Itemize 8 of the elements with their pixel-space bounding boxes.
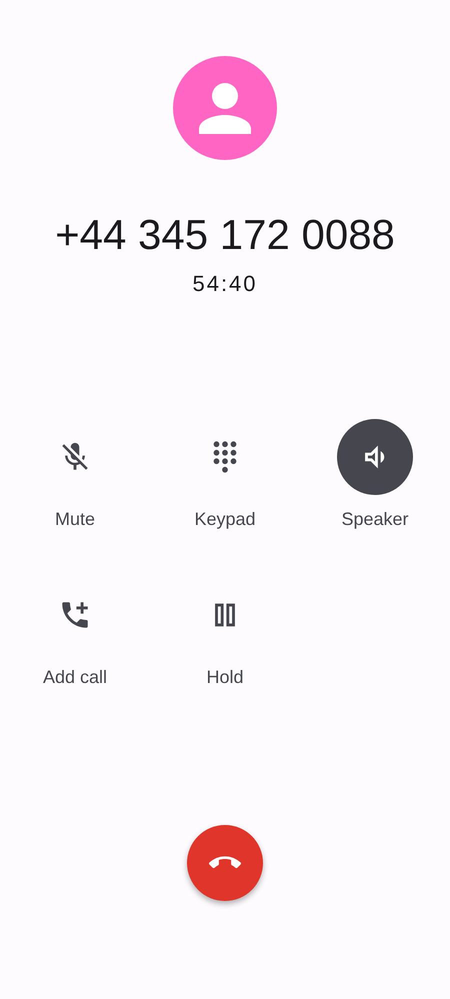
call-duration: 54:40	[192, 271, 258, 297]
end-call-button[interactable]	[187, 825, 263, 901]
call-control-button[interactable]: Add call	[33, 577, 117, 689]
call-control-button[interactable]: Keypad	[183, 419, 267, 531]
call-control-button[interactable]: Mute	[33, 419, 117, 531]
phone-number: +44 345 172 0088	[55, 211, 395, 259]
call-control-button[interactable]: Hold	[183, 577, 267, 689]
contact-avatar-icon	[173, 56, 277, 160]
